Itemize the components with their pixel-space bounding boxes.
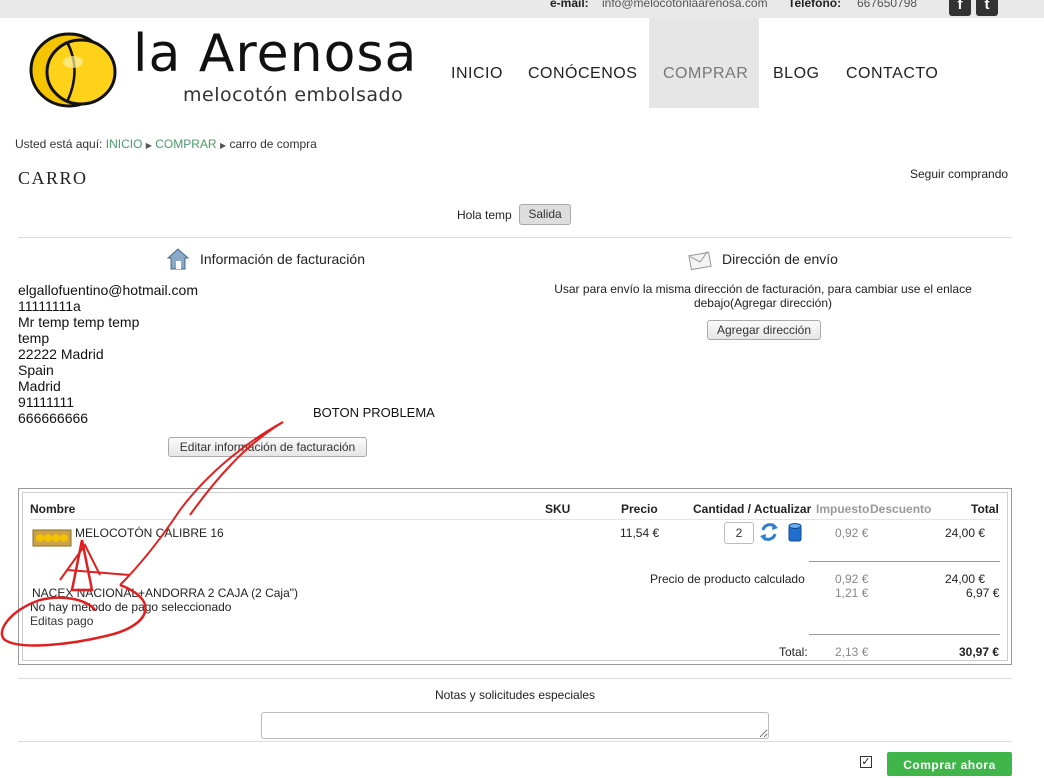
nav-blog[interactable]: BLOG	[773, 65, 819, 83]
billing-title: Información de facturación	[200, 251, 365, 267]
shipping-total: 6,97 €	[966, 586, 1000, 600]
phone-value: 667650798	[857, 0, 918, 10]
breadcrumb-comprar[interactable]: COMPRAR	[155, 137, 216, 151]
calculated-total: 24,00 €	[945, 572, 986, 586]
nav-contacto[interactable]: CONTACTO	[846, 65, 938, 83]
total-label: Total:	[779, 645, 808, 659]
buy-now-button[interactable]: Comprar ahora	[887, 752, 1012, 776]
billing-email: elgallofuentino@hotmail.com	[18, 282, 198, 298]
calculated-price-label: Precio de producto calculado	[650, 572, 805, 586]
billing-state: Madrid	[18, 378, 61, 394]
product-tax: 0,92 €	[835, 526, 869, 540]
continue-shopping-link[interactable]: Seguir comprando	[910, 167, 1008, 181]
calculated-tax: 0,92 €	[835, 572, 869, 586]
col-header-sku: SKU	[545, 502, 571, 516]
notes-textarea[interactable]	[261, 712, 769, 739]
breadcrumb-separator-icon: ▶	[219, 141, 227, 150]
nav-comprar[interactable]: COMPRAR	[663, 65, 748, 83]
peach-logo-icon	[29, 32, 117, 108]
total-divider	[809, 634, 1000, 635]
add-address-button[interactable]: Agregar dirección	[707, 320, 821, 340]
nav-conocenos[interactable]: CONÓCENOS	[528, 65, 637, 83]
divider	[18, 741, 1012, 742]
product-total: 24,00 €	[945, 526, 986, 540]
email-label: e-mail:	[550, 0, 589, 10]
shipping-note: Usar para envío la misma dirección de fa…	[554, 282, 972, 310]
grand-total: 30,97 €	[959, 645, 1000, 659]
phone-label: Teléfono:	[788, 0, 842, 10]
divider	[18, 678, 1012, 679]
notes-label: Notas y solicitudes especiales	[434, 688, 596, 702]
logo-wordmark: la Arenosa	[133, 24, 418, 84]
refresh-icon[interactable]	[759, 521, 779, 543]
house-icon	[166, 248, 190, 270]
billing-name: Mr temp temp temp	[18, 314, 140, 330]
nav-active-highlight	[649, 18, 759, 108]
logo-tagline: melocotón embolsado	[183, 84, 404, 106]
billing-postal: 22222 Madrid	[18, 346, 104, 362]
logout-button[interactable]: Salida	[519, 204, 571, 225]
twitter-icon[interactable]: t	[976, 0, 998, 16]
site-logo[interactable]: la Arenosa melocotón embolsado	[27, 22, 427, 112]
billing-id: 11111111a	[18, 298, 81, 314]
col-header-price: Precio	[621, 502, 658, 516]
breadcrumb-prefix: Usted está aquí:	[15, 137, 103, 151]
col-header-total: Total	[971, 502, 999, 516]
breadcrumb: Usted está aquí: INICIO ▶ COMPRAR ▶ carr…	[15, 137, 317, 151]
total-tax: 2,13 €	[835, 645, 869, 659]
facebook-icon[interactable]: f	[949, 0, 971, 16]
billing-address: temp	[18, 330, 50, 346]
breadcrumb-separator-icon: ▶	[145, 141, 152, 150]
breadcrumb-inicio[interactable]: INICIO	[106, 137, 143, 151]
delete-icon[interactable]	[787, 521, 803, 543]
subtotal-divider	[809, 561, 1000, 562]
annotation-scribble	[0, 421, 284, 647]
product-price: 11,54 €	[620, 526, 660, 540]
divider	[18, 237, 1012, 238]
col-header-tax: Impuesto	[816, 502, 870, 516]
billing-country: Spain	[18, 362, 54, 378]
envelope-icon	[688, 251, 712, 271]
email-value[interactable]: info@melocotonlaarenosa.com	[602, 0, 768, 10]
quantity-input[interactable]	[724, 522, 754, 544]
nav-inicio[interactable]: INICIO	[451, 65, 503, 83]
col-header-qty: Cantidad / Actualizar	[693, 502, 812, 516]
shipping-title: Dirección de envío	[722, 251, 838, 267]
greeting-text: Hola temp	[457, 208, 512, 222]
shipping-tax: 1,21 €	[835, 586, 869, 600]
col-header-discount: Descuento	[870, 502, 932, 516]
annotation-label: BOTON PROBLEMA	[313, 405, 435, 420]
terms-checkbox[interactable]: ✓	[860, 756, 872, 768]
breadcrumb-current: carro de compra	[229, 137, 317, 151]
page-title: CARRO	[18, 168, 88, 188]
